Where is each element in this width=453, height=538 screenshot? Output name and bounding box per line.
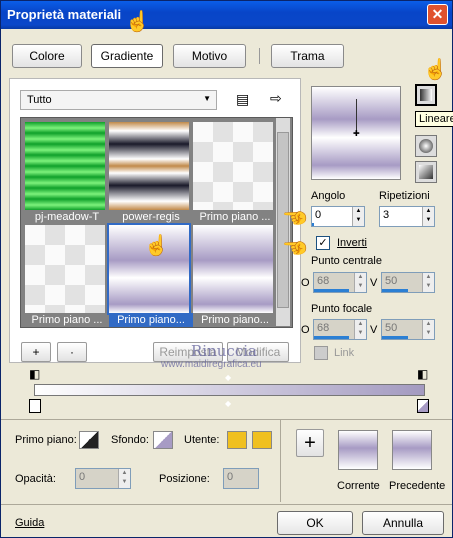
category-select[interactable]: Tutto ▼ bbox=[20, 90, 217, 110]
radial-gradient-icon[interactable] bbox=[415, 135, 437, 157]
gradient-tile[interactable]: Primo piano... bbox=[193, 225, 273, 326]
gradient-tile[interactable]: Primo piano ... bbox=[193, 122, 273, 223]
add-swatch-button[interactable]: + bbox=[296, 429, 324, 457]
watermark-name: Rinuccia bbox=[191, 342, 257, 360]
midpoint-marker-icon[interactable]: ◆ bbox=[225, 399, 231, 408]
focal-v-input[interactable]: 50 ▲ ▼ bbox=[381, 319, 435, 340]
focal-o-input[interactable]: 68 ▲ ▼ bbox=[313, 319, 367, 340]
gradient-grid: pj-meadow-T power-regis Primo piano ... … bbox=[20, 117, 293, 328]
opacity-label: Opacità: bbox=[15, 473, 56, 485]
current-swatch[interactable] bbox=[338, 430, 378, 470]
hand-pointer-icon: ☝ bbox=[284, 205, 307, 230]
hand-pointer-icon: ☝ bbox=[144, 235, 169, 257]
gradient-tile[interactable]: pj-meadow-T bbox=[25, 122, 105, 223]
start-stop-icon[interactable]: ◧ bbox=[29, 367, 40, 381]
center-v-input[interactable]: 50 ▲ ▼ bbox=[381, 272, 435, 293]
color-stop-marker[interactable] bbox=[417, 399, 429, 413]
ok-button[interactable]: OK bbox=[277, 511, 353, 535]
remove-button[interactable]: · bbox=[57, 342, 87, 362]
tab-separator bbox=[259, 48, 260, 64]
center-point-label: Punto centrale bbox=[311, 255, 382, 267]
chevron-down-icon: ▼ bbox=[203, 94, 211, 103]
center-v-label: V bbox=[370, 277, 378, 289]
center-o-input[interactable]: 68 ▲ ▼ bbox=[313, 272, 367, 293]
angle-label: Angolo bbox=[311, 190, 346, 202]
watermark-url: www.maidiregrafica.eu bbox=[161, 359, 262, 370]
end-stop-icon[interactable]: ◧ bbox=[417, 367, 428, 381]
tab-gradient[interactable]: Gradiente bbox=[91, 44, 163, 68]
current-label: Corrente bbox=[337, 480, 380, 492]
invert-label: Inverti bbox=[337, 237, 367, 249]
rectangular-gradient-icon[interactable] bbox=[415, 161, 437, 183]
gradient-tile[interactable]: Primo piano ... bbox=[25, 225, 105, 326]
hand-pointer-icon: ☝ bbox=[125, 11, 150, 33]
user-swatch-1[interactable] bbox=[227, 431, 247, 449]
linear-gradient-icon[interactable] bbox=[415, 84, 437, 106]
materials-dialog: Proprietà materiali ✕ Colore Gradiente M… bbox=[0, 0, 453, 538]
focal-point-label: Punto focale bbox=[311, 303, 373, 315]
focal-v-label: V bbox=[370, 324, 378, 336]
center-o-label: O bbox=[301, 277, 310, 289]
arrow-right-icon[interactable]: ⇨ bbox=[270, 90, 282, 107]
midpoint-marker-icon[interactable]: ◆ bbox=[225, 373, 231, 382]
title-bar: Proprietà materiali ✕ bbox=[1, 1, 452, 29]
previous-label: Precedente bbox=[389, 480, 446, 492]
tooltip: Lineare bbox=[415, 111, 453, 127]
gradient-bar[interactable] bbox=[34, 384, 425, 396]
divider bbox=[280, 420, 281, 502]
background-swatch[interactable] bbox=[153, 431, 173, 449]
link-label: Link bbox=[334, 347, 355, 359]
hand-pointer-icon: ☝ bbox=[423, 59, 448, 81]
opacity-input[interactable]: 0 ▲ ▼ bbox=[75, 468, 131, 489]
angle-input[interactable]: 0 ▲ ▼ bbox=[311, 206, 365, 227]
link-checkbox[interactable] bbox=[314, 346, 328, 360]
help-link[interactable]: Guida bbox=[15, 517, 44, 529]
divider bbox=[1, 419, 452, 420]
repeat-input[interactable]: 3 ▲ ▼ bbox=[379, 206, 435, 227]
color-stop-marker[interactable] bbox=[29, 399, 41, 413]
tab-pattern[interactable]: Motivo bbox=[173, 44, 246, 68]
invert-checkbox[interactable]: ✓ bbox=[316, 236, 330, 250]
window-title: Proprietà materiali bbox=[7, 7, 122, 22]
foreground-label: Primo piano: bbox=[15, 434, 77, 446]
previous-swatch[interactable] bbox=[392, 430, 432, 470]
repeat-label: Ripetizioni bbox=[379, 190, 430, 202]
user-swatch-2[interactable] bbox=[252, 431, 272, 449]
hand-pointer-icon: ☝ bbox=[284, 235, 307, 260]
add-button[interactable]: + bbox=[21, 342, 51, 362]
cancel-button[interactable]: Annulla bbox=[362, 511, 444, 535]
gradient-tile[interactable]: power-regis bbox=[109, 122, 189, 223]
position-label: Posizione: bbox=[159, 473, 210, 485]
close-button[interactable]: ✕ bbox=[427, 4, 448, 25]
focal-o-label: O bbox=[301, 324, 310, 336]
background-label: Sfondo: bbox=[111, 434, 149, 446]
position-input[interactable]: 0 bbox=[223, 468, 259, 489]
gradient-preview[interactable]: ✚ bbox=[311, 86, 401, 180]
divider bbox=[1, 504, 452, 505]
tab-color[interactable]: Colore bbox=[12, 44, 82, 68]
tab-texture[interactable]: Trama bbox=[271, 44, 344, 68]
library-icon[interactable]: ▤ bbox=[236, 91, 249, 108]
user-label: Utente: bbox=[184, 434, 220, 446]
foreground-swatch[interactable] bbox=[79, 431, 99, 449]
